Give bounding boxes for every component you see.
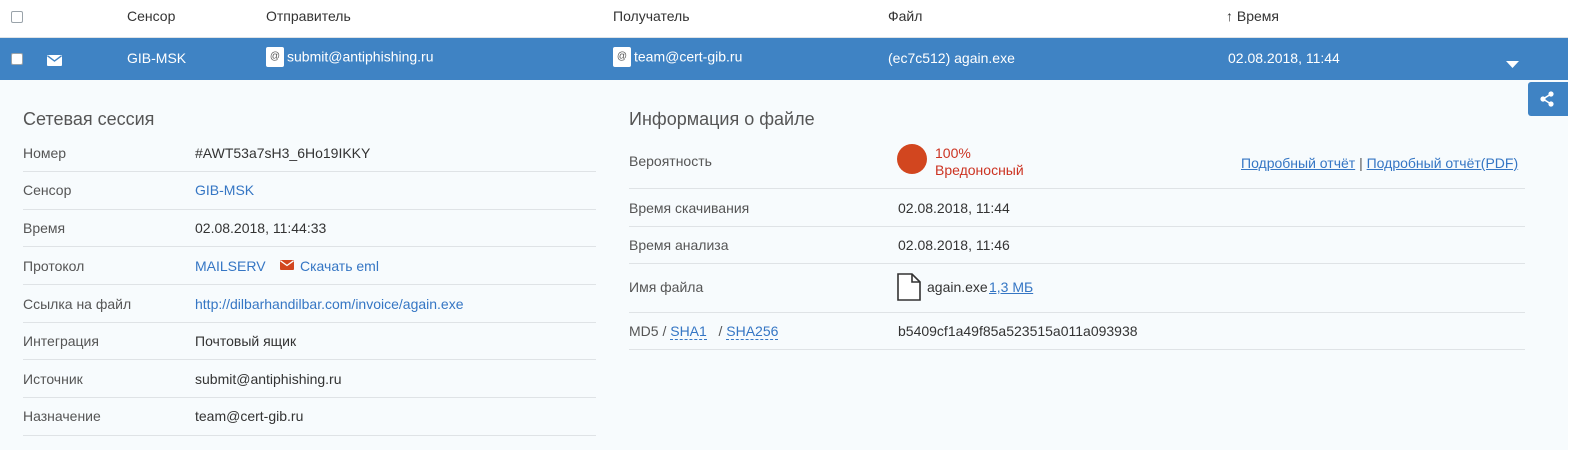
download-time-value: 02.08.2018, 11:44 <box>898 200 1010 216</box>
integration-value: Почтовый ящик <box>195 333 297 349</box>
time-label: Время <box>23 220 66 236</box>
email-at-icon: @ <box>613 47 631 67</box>
file-name-label: Имя файла <box>629 279 704 295</box>
protocol-link[interactable]: MAILSERV <box>195 258 266 274</box>
hash-type-selector: MD5 / SHA1 / SHA256 <box>629 323 779 340</box>
verdict: Вредоносный <box>935 162 1024 178</box>
divider <box>23 322 596 323</box>
file-link-label: Ссылка на файл <box>23 296 132 312</box>
session-title: Сетевая сессия <box>23 109 155 129</box>
envelope-icon <box>47 53 62 69</box>
sort-ascending-icon: ↑ <box>1226 8 1233 24</box>
probability-percent: 100% <box>935 145 971 161</box>
divider <box>629 188 1525 189</box>
integration-label: Интеграция <box>23 333 99 349</box>
row-time: 02.08.2018, 11:44 <box>1228 50 1340 66</box>
file-name-value: again.exe <box>927 279 988 295</box>
download-eml-label: Скачать eml <box>300 258 379 274</box>
report-links: Подробный отчёт | Подробный отчёт(PDF) <box>1241 155 1518 171</box>
divider <box>23 246 596 247</box>
file-size-link[interactable]: 1,3 МБ <box>989 279 1033 295</box>
sensor-link[interactable]: GIB-MSK <box>195 182 254 198</box>
destination-value: team@cert-gib.ru <box>195 408 304 424</box>
number-label: Номер <box>23 145 67 161</box>
email-at-icon: @ <box>266 47 284 67</box>
row-sensor: GIB-MSK <box>127 50 187 66</box>
file-info-title: Информация о файле <box>629 109 815 129</box>
column-header-sender[interactable]: Отправитель <box>266 8 351 24</box>
source-label: Источник <box>23 371 83 387</box>
divider <box>23 284 596 285</box>
row-sender: @ submit@antiphishing.ru <box>266 47 434 68</box>
link-separator: | <box>1359 155 1363 171</box>
row-checkbox[interactable] <box>11 53 23 65</box>
hash-separator: / <box>718 323 723 339</box>
row-recipient: @ team@cert-gib.ru <box>613 47 743 68</box>
detailed-report-link[interactable]: Подробный отчёт <box>1241 155 1355 171</box>
probability-label: Вероятность <box>629 153 712 169</box>
share-icon <box>1539 91 1555 110</box>
file-url-link[interactable]: http://dilbarhandilbar.com/invoice/again… <box>195 296 464 312</box>
share-button[interactable] <box>1528 82 1568 116</box>
detailed-report-pdf-link[interactable]: Подробный отчёт(PDF) <box>1367 155 1519 171</box>
protocol-label: Протокол <box>23 258 85 274</box>
divider <box>629 263 1525 264</box>
divider <box>629 312 1525 313</box>
caret-down-icon[interactable] <box>1506 56 1519 72</box>
destination-label: Назначение <box>23 408 101 424</box>
table-header: Сенсор Отправитель Получатель Файл ↑ Вре… <box>0 0 1568 38</box>
row-recipient-value: team@cert-gib.ru <box>634 48 743 65</box>
file-icon <box>897 273 921 304</box>
select-all-checkbox[interactable] <box>11 11 23 23</box>
analysis-time-label: Время анализа <box>629 237 729 253</box>
table-row[interactable]: GIB-MSK @ submit@antiphishing.ru @ team@ce… <box>0 38 1568 80</box>
column-header-time-label: Время <box>1236 8 1280 24</box>
sensor-label: Сенсор <box>23 182 72 198</box>
divider <box>23 359 596 360</box>
divider <box>23 397 596 398</box>
column-header-file[interactable]: Файл <box>888 8 922 24</box>
column-header-recipient[interactable]: Получатель <box>613 8 690 24</box>
sha256-link[interactable]: SHA256 <box>726 323 779 340</box>
row-file: (ec7c512) again.exe <box>888 50 1015 66</box>
divider <box>629 349 1525 350</box>
hash-value: b5409cf1a49f85a523515a011a093938 <box>898 323 1138 339</box>
malicious-indicator-icon <box>897 144 927 177</box>
divider <box>23 435 596 436</box>
number-value: #AWT53a7sH3_6Ho19IKKY <box>195 145 371 161</box>
envelope-icon <box>280 257 294 273</box>
row-sender-value: submit@antiphishing.ru <box>287 48 434 65</box>
divider <box>629 226 1525 227</box>
column-header-sensor[interactable]: Сенсор <box>127 8 175 24</box>
download-time-label: Время скачивания <box>629 200 750 216</box>
analysis-time-value: 02.08.2018, 11:46 <box>898 237 1010 253</box>
sha1-link[interactable]: SHA1 <box>670 323 707 340</box>
download-eml-link[interactable]: Скачать eml <box>280 258 379 275</box>
divider <box>23 171 596 172</box>
divider <box>23 209 596 210</box>
hash-separator: / <box>662 323 667 339</box>
source-value: submit@antiphishing.ru <box>195 371 342 387</box>
column-header-time[interactable]: ↑ Время <box>1226 8 1279 24</box>
scroll-area <box>1568 0 1590 450</box>
time-value: 02.08.2018, 11:44:33 <box>195 220 327 236</box>
md5-label: MD5 <box>629 323 659 339</box>
